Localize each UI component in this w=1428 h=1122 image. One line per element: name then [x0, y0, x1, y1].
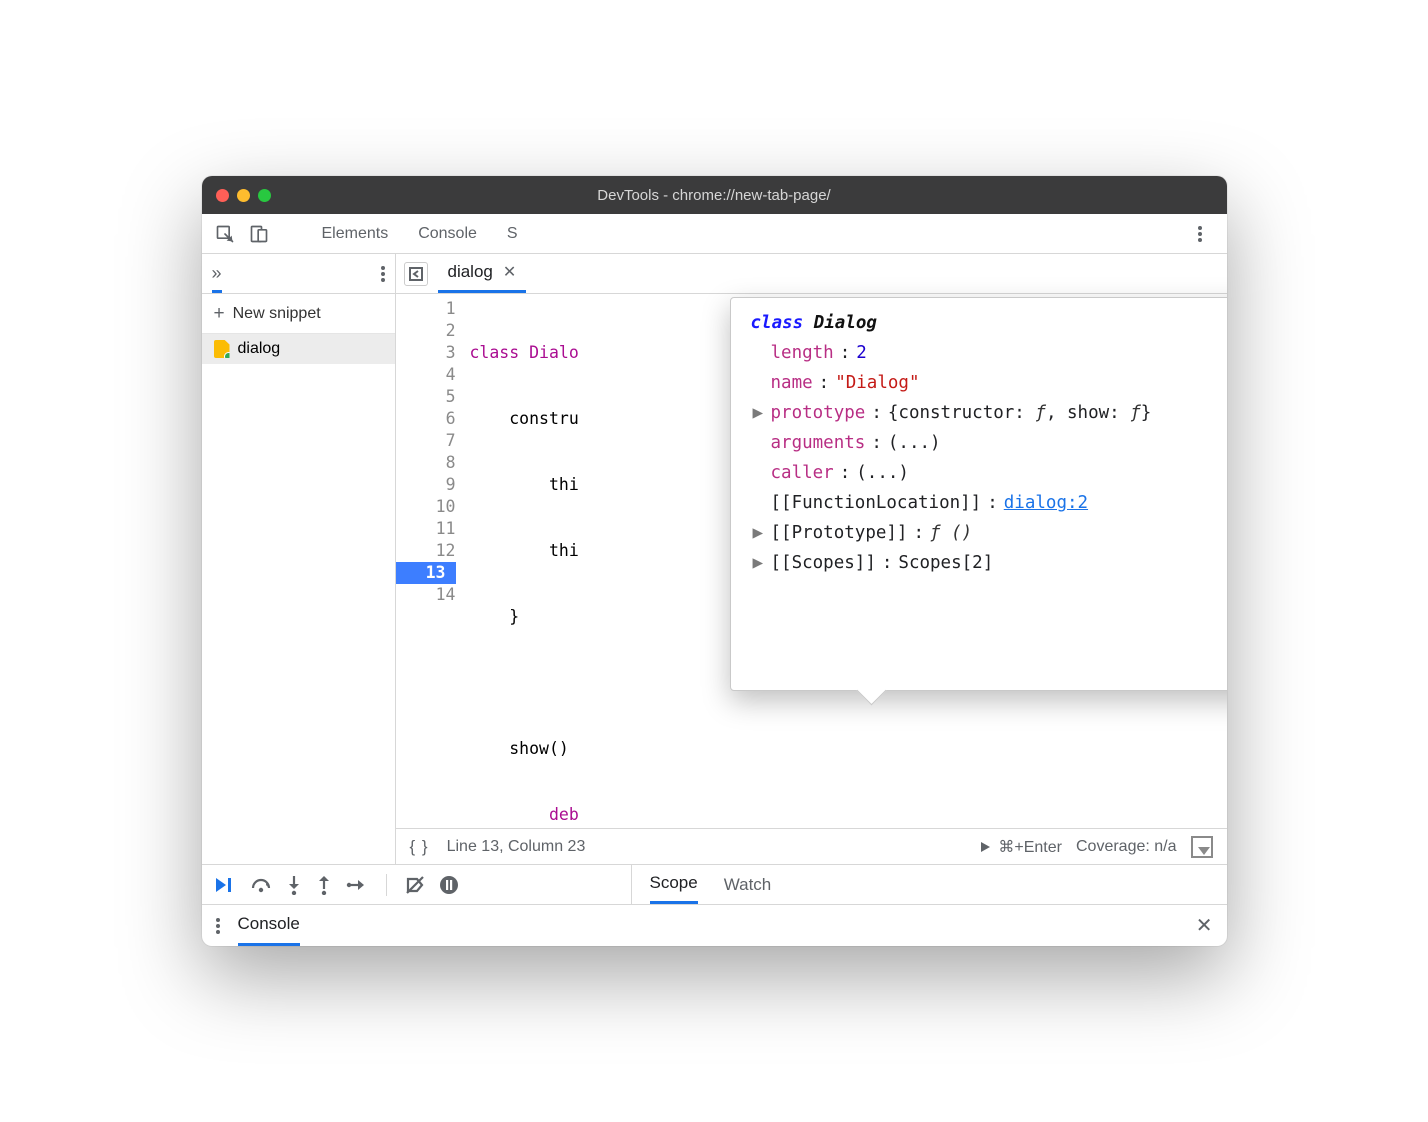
plus-icon: + [214, 303, 225, 325]
device-toggle-icon[interactable] [244, 219, 274, 249]
window-maximize-button[interactable] [258, 189, 271, 202]
popover-prop-arguments[interactable]: arguments: (...) [745, 428, 1227, 458]
navigator-more-icon[interactable] [381, 266, 385, 282]
tab-watch[interactable]: Watch [724, 875, 772, 895]
popover-prop-caller[interactable]: caller: (...) [745, 458, 1227, 488]
popover-prop-length: length: 2 [745, 338, 1227, 368]
file-tab-label: dialog [448, 262, 493, 282]
step-icon[interactable] [346, 877, 368, 893]
line-column-indicator: Line 13, Column 23 [447, 838, 586, 856]
tab-elements[interactable]: Elements [320, 225, 391, 243]
tab-scope[interactable]: Scope [650, 865, 698, 904]
line-gutter: 123456 789101112 1314 [396, 294, 466, 828]
object-preview-popover: class Dialog length: 2 name: "Dialog" ▶ … [730, 297, 1227, 691]
popover-prop-internal-prototype[interactable]: ▶ [[Prototype]]: ƒ () [745, 518, 1227, 548]
new-snippet-button[interactable]: + New snippet [202, 294, 395, 334]
function-location-link[interactable]: dialog:2 [1004, 488, 1088, 518]
drawer-close-icon[interactable]: ✕ [1196, 913, 1213, 938]
devtools-window: DevTools - chrome://new-tab-page/ Elemen… [202, 176, 1227, 946]
snippet-item[interactable]: dialog [202, 334, 395, 364]
navigate-back-icon[interactable] [404, 262, 428, 286]
popover-prop-prototype[interactable]: ▶ prototype: {constructor: ƒ, show: ƒ} [745, 398, 1227, 428]
main-tabs: Elements Console S [320, 214, 520, 253]
traffic-lights [216, 189, 271, 202]
window-close-button[interactable] [216, 189, 229, 202]
expand-triangle-icon[interactable]: ▶ [753, 548, 765, 578]
navigator-expand-icon[interactable]: » [212, 263, 222, 293]
snippet-file-icon [214, 340, 230, 358]
format-button[interactable]: { } [410, 837, 429, 857]
drawer-tab-console[interactable]: Console [238, 905, 300, 946]
collapse-editor-icon[interactable] [1191, 836, 1213, 858]
popover-prop-function-location: [[FunctionLocation]]: dialog:2 [745, 488, 1227, 518]
expand-triangle-icon[interactable]: ▶ [753, 518, 765, 548]
console-drawer: Console ✕ [202, 904, 1227, 946]
deactivate-breakpoints-icon[interactable] [405, 876, 425, 894]
pause-on-exceptions-icon[interactable] [439, 875, 459, 895]
inspect-element-icon[interactable] [210, 219, 240, 249]
snippet-item-label: dialog [238, 340, 281, 358]
play-icon [978, 840, 992, 854]
navigator-pane: » + New snippet dialog [202, 254, 396, 864]
file-tabbar: dialog ✕ [396, 254, 1227, 294]
step-out-icon[interactable] [316, 875, 332, 895]
step-over-icon[interactable] [250, 876, 272, 894]
popover-class-keyword: class [751, 313, 804, 333]
window-title: DevTools - chrome://new-tab-page/ [202, 187, 1227, 204]
resume-icon[interactable] [214, 876, 236, 894]
close-icon[interactable]: ✕ [503, 262, 516, 282]
debugger-toolbar: Scope Watch [202, 864, 1227, 904]
navigator-tabbar: » [202, 254, 395, 294]
new-snippet-label: New snippet [233, 305, 321, 323]
expand-triangle-icon[interactable]: ▶ [753, 398, 765, 428]
file-tab-dialog[interactable]: dialog ✕ [438, 254, 527, 293]
coverage-indicator: Coverage: n/a [1076, 838, 1177, 856]
popover-prop-name: name: "Dialog" [745, 368, 1227, 398]
main-toolbar: Elements Console S [202, 214, 1227, 254]
window-minimize-button[interactable] [237, 189, 250, 202]
debug-sidetabs: Scope Watch [632, 865, 790, 904]
run-snippet-button[interactable]: ⌘+Enter [978, 837, 1062, 857]
popover-prop-scopes[interactable]: ▶ [[Scopes]]: Scopes[2] [745, 548, 1227, 578]
run-hint: ⌘+Enter [998, 837, 1062, 857]
titlebar: DevTools - chrome://new-tab-page/ [202, 176, 1227, 214]
drawer-more-icon[interactable] [216, 918, 220, 934]
tab-console[interactable]: Console [416, 225, 479, 243]
popover-class-name: Dialog [814, 313, 877, 333]
editor-statusbar: { } Line 13, Column 23 ⌘+Enter Coverage:… [396, 828, 1227, 864]
debug-controls [202, 865, 632, 904]
more-menu-icon[interactable] [1185, 219, 1215, 249]
step-into-icon[interactable] [286, 875, 302, 895]
tab-sources-truncated[interactable]: S [505, 225, 520, 243]
